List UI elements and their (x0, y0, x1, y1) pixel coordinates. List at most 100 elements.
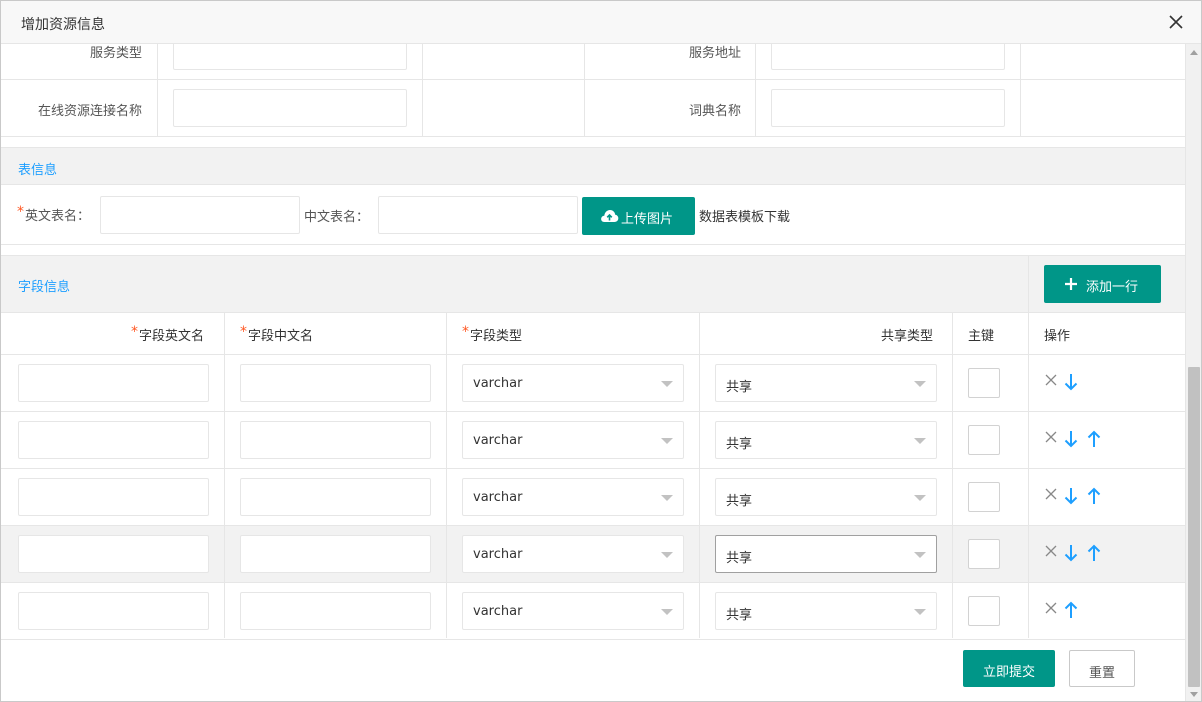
primary-key-checkbox[interactable] (968, 425, 1000, 455)
field-type-value: varchar (473, 433, 523, 448)
field-en-name-input[interactable] (18, 421, 209, 459)
arrow-down-icon[interactable] (1064, 487, 1078, 509)
upload-image-button[interactable]: 上传图片 (582, 197, 695, 235)
cn-table-name-input[interactable] (378, 196, 578, 234)
dialog-content: 服务类型 服务地址 在线资源连接名称 词典名称 表信息 *英文表名： 中文表名：… (1, 44, 1185, 701)
share-type-select[interactable]: 共享 (715, 478, 937, 516)
reset-button[interactable]: 重置 (1069, 650, 1135, 687)
row-actions (1045, 601, 1082, 621)
field-type-select[interactable]: varchar (462, 478, 684, 516)
primary-key-checkbox[interactable] (968, 596, 1000, 626)
service-type-row: 服务类型 服务地址 (1, 44, 1185, 80)
arrow-down-icon[interactable] (1064, 430, 1078, 452)
field-cn-name-input[interactable] (240, 535, 431, 573)
submit-button[interactable]: 立即提交 (963, 650, 1055, 687)
field-cn-name-input[interactable] (240, 592, 431, 630)
submit-label: 立即提交 (982, 665, 1035, 680)
template-download-link[interactable]: 数据表模板下载 (699, 206, 790, 225)
primary-key-checkbox[interactable] (968, 368, 1000, 398)
col-actions: 操作 (1044, 329, 1071, 344)
field-type-select[interactable]: varchar (462, 421, 684, 459)
share-type-value: 共享 (726, 380, 753, 395)
field-type-select[interactable]: varchar (462, 535, 684, 573)
add-row-label: 添加一行 (1086, 280, 1139, 295)
table-info-header: 表信息 (1, 147, 1185, 185)
table-info-title: 表信息 (18, 163, 58, 178)
field-cn-name-input[interactable] (240, 364, 431, 402)
scrollbar[interactable] (1185, 44, 1201, 701)
row-actions (1045, 544, 1105, 564)
cn-table-name-label: 中文表名： (304, 210, 370, 225)
table-name-row: *英文表名： 中文表名： 上传图片 数据表模板下载 (1, 185, 1185, 245)
chevron-down-icon (661, 495, 673, 501)
chevron-down-icon (914, 552, 926, 558)
plus-icon (1065, 278, 1077, 290)
scrollbar-thumb[interactable] (1188, 367, 1200, 687)
en-table-name-label: *英文表名： (17, 204, 91, 224)
dialog-title: 增加资源信息 (21, 17, 105, 33)
chevron-down-icon (661, 381, 673, 387)
chevron-down-icon (914, 609, 926, 615)
reset-label: 重置 (1088, 666, 1115, 681)
en-table-name-text: 英文表名： (25, 209, 91, 224)
share-type-select[interactable]: 共享 (715, 364, 937, 402)
field-type-value: varchar (473, 376, 523, 391)
delete-icon[interactable] (1045, 373, 1057, 390)
arrow-up-icon[interactable] (1087, 544, 1101, 566)
arrow-down-icon[interactable] (1064, 544, 1078, 566)
share-type-select[interactable]: 共享 (715, 535, 937, 573)
table-row: varchar 共享 (1, 469, 1185, 526)
field-type-value: varchar (473, 547, 523, 562)
service-type-input[interactable] (173, 44, 407, 70)
service-address-label: 服务地址 (688, 46, 741, 61)
share-type-select[interactable]: 共享 (715, 592, 937, 630)
delete-icon[interactable] (1045, 601, 1057, 618)
table-row: varchar 共享 (1, 412, 1185, 469)
chevron-down-icon (914, 381, 926, 387)
field-en-name-input[interactable] (18, 478, 209, 516)
field-en-name-input[interactable] (18, 592, 209, 630)
delete-icon[interactable] (1045, 487, 1057, 504)
col-share-type: 共享类型 (881, 329, 934, 344)
share-type-select[interactable]: 共享 (715, 421, 937, 459)
arrow-down-icon[interactable] (1064, 373, 1078, 395)
online-conn-label: 在线资源连接名称 (37, 104, 142, 119)
arrow-up-icon[interactable] (1064, 601, 1078, 623)
field-cn-name-input[interactable] (240, 421, 431, 459)
chevron-down-icon (661, 552, 673, 558)
share-type-value: 共享 (726, 494, 753, 509)
chevron-down-icon (661, 438, 673, 444)
arrow-up-icon[interactable] (1087, 430, 1101, 452)
col-primary-key: 主键 (968, 329, 995, 344)
row-actions (1045, 487, 1105, 507)
scroll-down-icon[interactable] (1190, 692, 1198, 697)
en-table-name-input[interactable] (100, 196, 300, 234)
field-type-select[interactable]: varchar (462, 592, 684, 630)
table-row: varchar 共享 (1, 526, 1185, 583)
row-actions (1045, 430, 1105, 450)
field-en-name-input[interactable] (18, 364, 209, 402)
field-table-header: *字段英文名 *字段中文名 *字段类型 共享类型 主键 操作 (1, 313, 1185, 355)
primary-key-checkbox[interactable] (968, 539, 1000, 569)
col-cn-name: *字段中文名 (240, 324, 314, 344)
field-en-name-input[interactable] (18, 535, 209, 573)
delete-icon[interactable] (1045, 544, 1057, 561)
service-address-input[interactable] (771, 44, 1005, 70)
primary-key-checkbox[interactable] (968, 482, 1000, 512)
arrow-up-icon[interactable] (1087, 487, 1101, 509)
dialog: 增加资源信息 服务类型 服务地址 在线资源连接名称 词典名称 表信息 *英文表名… (0, 0, 1202, 702)
field-type-select[interactable]: varchar (462, 364, 684, 402)
delete-icon[interactable] (1045, 430, 1057, 447)
cloud-upload-icon (601, 210, 619, 222)
online-conn-row: 在线资源连接名称 词典名称 (1, 80, 1185, 137)
field-info-header: 字段信息 添加一行 (1, 255, 1185, 314)
scroll-up-icon[interactable] (1190, 50, 1198, 55)
dict-name-input[interactable] (771, 89, 1005, 127)
close-icon[interactable] (1167, 13, 1185, 31)
add-row-button[interactable]: 添加一行 (1044, 265, 1161, 303)
online-conn-input[interactable] (173, 89, 407, 127)
field-type-value: varchar (473, 490, 523, 505)
field-cn-name-input[interactable] (240, 478, 431, 516)
dict-name-label: 词典名称 (688, 104, 741, 119)
chevron-down-icon (661, 609, 673, 615)
